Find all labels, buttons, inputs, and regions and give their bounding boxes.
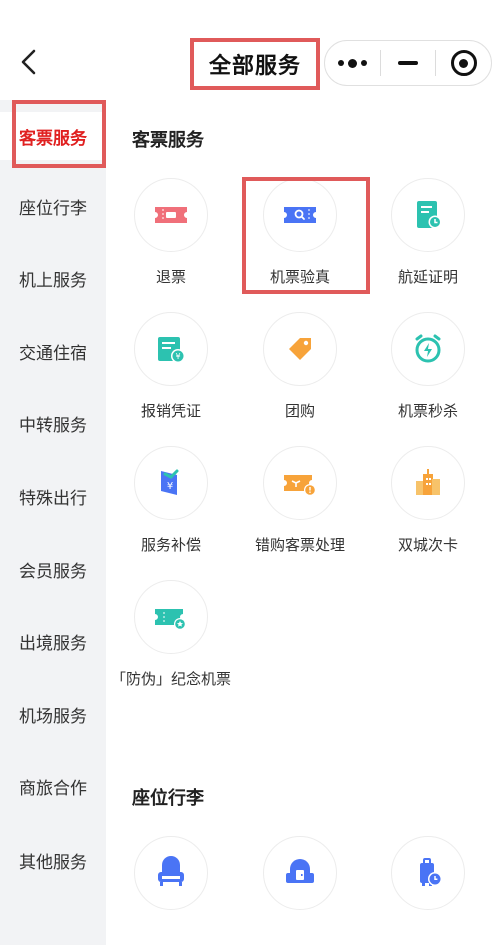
- service-reimbursement[interactable]: ¥ 报销凭证: [107, 312, 235, 421]
- section-title-ticket: 客票服务: [132, 130, 204, 151]
- dual-city-card-icon: [416, 469, 440, 495]
- service-flash-sale[interactable]: 机票秒杀: [364, 312, 492, 421]
- service-wrong-ticket[interactable]: 错购客票处理: [236, 446, 364, 555]
- sidebar-item-label: 会员服务: [19, 561, 87, 582]
- service-label: 航延证明: [397, 268, 458, 286]
- service-label: 机票验真: [269, 268, 330, 286]
- ticket-verify-icon: [284, 207, 316, 223]
- target-close-icon: [450, 50, 477, 76]
- minimize-button[interactable]: [381, 41, 436, 85]
- close-button[interactable]: [436, 41, 491, 85]
- service-souvenir-ticket[interactable]: 「防伪」纪念机票: [107, 580, 235, 689]
- sidebar-item-label: 座位行李: [19, 198, 87, 219]
- section-title-seat-luggage: 座位行李: [132, 788, 204, 809]
- minus-icon: [398, 61, 418, 65]
- sidebar-item-airport[interactable]: 机场服务: [0, 690, 106, 738]
- service-icon-circle: [391, 178, 465, 252]
- mini-program-capsule: [324, 40, 492, 86]
- category-sidebar: 客票服务 座位行李 机上服务 交通住宿 中转服务 特殊出行 会员服务 出境服务 …: [0, 100, 106, 945]
- sidebar-item-label: 其他服务: [19, 852, 87, 873]
- sidebar-item-label: 特殊出行: [19, 488, 87, 509]
- service-refund[interactable]: 退票: [107, 178, 235, 287]
- sidebar-item-seat-luggage[interactable]: 座位行李: [0, 182, 106, 230]
- cabin-door-icon: [286, 859, 314, 883]
- group-buy-tag-icon: [289, 338, 311, 360]
- nav-header: 全部服务: [0, 0, 500, 100]
- more-button[interactable]: [325, 41, 380, 85]
- svg-text:¥: ¥: [175, 352, 180, 361]
- flash-sale-clock-icon: [415, 334, 441, 363]
- sidebar-item-label: 中转服务: [19, 415, 87, 436]
- service-label: 双城次卡: [397, 536, 458, 554]
- delay-certificate-icon: [417, 201, 442, 229]
- service-ticket-verify[interactable]: 机票验真: [236, 178, 364, 287]
- service-seat[interactable]: [107, 836, 235, 910]
- sidebar-item-inflight[interactable]: 机上服务: [0, 254, 106, 302]
- refund-ticket-icon: [155, 207, 187, 223]
- service-label: 机票秒杀: [397, 402, 458, 420]
- sidebar-item-outbound[interactable]: 出境服务: [0, 617, 106, 665]
- service-label: 错购客票处理: [254, 536, 345, 554]
- service-panel: 客票服务 退票 机票验真 航延证明 ¥ 报销凭证 团购 机票秒杀 ¥ 服务补偿 …: [106, 100, 500, 945]
- title-highlight-box: 全部服务: [190, 38, 320, 90]
- service-icon-circle: [134, 580, 208, 654]
- sidebar-item-label: 客票服务: [19, 128, 87, 149]
- service-icon-circle: [263, 446, 337, 520]
- sidebar-item-ticket-service[interactable]: 客票服务: [0, 112, 106, 160]
- service-dual-city-card[interactable]: 双城次卡: [364, 446, 492, 555]
- wrong-ticket-icon: [284, 475, 316, 496]
- sidebar-item-label: 出境服务: [19, 633, 87, 654]
- souvenir-ticket-icon: [155, 609, 186, 630]
- compensation-icon: ¥: [161, 469, 179, 495]
- sidebar-item-member[interactable]: 会员服务: [0, 545, 106, 593]
- chevron-left-icon: [21, 49, 36, 75]
- service-label: 团购: [284, 402, 315, 420]
- service-luggage[interactable]: [364, 836, 492, 910]
- service-compensation[interactable]: ¥ 服务补偿: [107, 446, 235, 555]
- seat-icon: [158, 856, 184, 886]
- service-icon-circle: [263, 312, 337, 386]
- more-dots-icon: [337, 58, 367, 68]
- service-label: 报销凭证: [140, 402, 201, 420]
- sidebar-item-transport-hotel[interactable]: 交通住宿: [0, 327, 106, 375]
- service-label: 「防伪」纪念机票: [110, 670, 231, 688]
- sidebar-item-special-travel[interactable]: 特殊出行: [0, 472, 106, 520]
- service-icon-circle: [263, 178, 337, 252]
- sidebar-item-business[interactable]: 商旅合作: [0, 762, 106, 810]
- service-icon-circle: ¥: [134, 446, 208, 520]
- service-icon-circle: [391, 312, 465, 386]
- reimbursement-icon: ¥: [158, 337, 185, 363]
- sidebar-item-label: 机上服务: [19, 270, 87, 291]
- service-icon-circle: ¥: [134, 312, 208, 386]
- service-icon-circle: [391, 836, 465, 910]
- service-icon-circle: [134, 836, 208, 910]
- sidebar-item-other[interactable]: 其他服务: [0, 836, 106, 884]
- service-icon-circle: [391, 446, 465, 520]
- sidebar-item-label: 商旅合作: [19, 778, 87, 799]
- service-delay-certificate[interactable]: 航延证明: [364, 178, 492, 287]
- service-cabin[interactable]: [236, 836, 364, 910]
- svg-text:¥: ¥: [167, 481, 173, 492]
- service-label: 服务补偿: [140, 536, 201, 554]
- sidebar-item-transfer[interactable]: 中转服务: [0, 399, 106, 447]
- service-group-buy[interactable]: 团购: [236, 312, 364, 421]
- sidebar-item-label: 机场服务: [19, 706, 87, 727]
- service-label: 退票: [155, 268, 186, 286]
- service-icon-circle: [263, 836, 337, 910]
- back-button[interactable]: [14, 44, 42, 80]
- service-icon-circle: [134, 178, 208, 252]
- luggage-clock-icon: [420, 858, 442, 886]
- page-title: 全部服务: [208, 54, 301, 79]
- sidebar-item-label: 交通住宿: [19, 343, 87, 364]
